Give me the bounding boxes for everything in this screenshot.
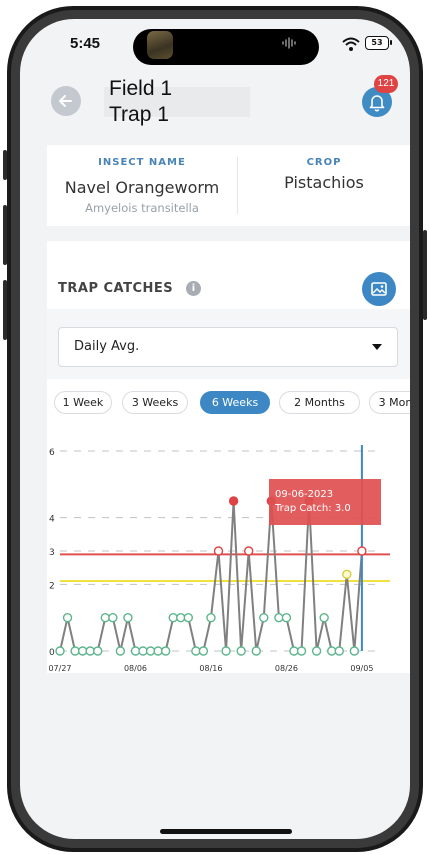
data-point	[138, 646, 148, 656]
arrow-left-icon	[59, 95, 72, 107]
power-button	[423, 230, 427, 320]
data-point	[213, 546, 224, 556]
range-tabs: 1 Week 3 Weeks 6 Weeks 2 Months 3 Months	[47, 379, 410, 423]
audio-wave-icon	[282, 37, 296, 49]
aggregation-value: Daily Avg.	[74, 339, 140, 354]
data-point	[108, 612, 118, 623]
data-point	[123, 612, 133, 623]
tooltip-value: Trap Catch: 3.0	[274, 503, 351, 514]
battery-level: 53	[371, 38, 383, 47]
data-point	[274, 612, 284, 623]
data-point	[289, 646, 299, 656]
data-point	[130, 646, 141, 656]
y-tick-label: 4	[49, 515, 55, 525]
data-point	[62, 612, 73, 623]
aggregation-section: Daily Avg.	[47, 309, 410, 379]
field-name: Field 1	[109, 77, 173, 100]
back-button[interactable]	[51, 86, 81, 116]
data-point	[115, 646, 126, 656]
data-point	[160, 646, 171, 656]
insect-name-label: INSECT NAME	[98, 157, 186, 168]
data-point	[296, 646, 307, 656]
data-point	[342, 569, 352, 580]
wifi-icon	[342, 37, 360, 51]
data-point	[85, 646, 95, 656]
image-icon	[371, 282, 387, 296]
data-point	[319, 612, 329, 623]
tooltip-date: 09-06-2023	[275, 489, 333, 500]
crop-label: CROP	[306, 157, 342, 168]
trap-catches-card: TRAP CATCHES i Daily Avg. 1 Week 3 Weeks…	[47, 241, 410, 673]
data-point	[183, 612, 194, 623]
page-title: Field 1 Trap 1	[109, 76, 172, 128]
home-indicator	[160, 829, 292, 834]
data-point	[334, 646, 344, 656]
data-point	[206, 612, 216, 623]
media-thumbnail	[147, 31, 173, 59]
y-tick-label: 0	[49, 648, 55, 658]
data-point	[259, 612, 269, 623]
data-point	[349, 646, 360, 656]
tab-2-months[interactable]: 2 Months	[279, 391, 360, 414]
x-tick-label: 08/06	[124, 664, 147, 673]
battery-icon: 53	[365, 36, 392, 50]
data-point	[311, 646, 322, 656]
trap-name: Trap 1	[109, 103, 169, 126]
aggregation-select[interactable]: Daily Avg.	[58, 327, 398, 367]
tab-1-week[interactable]: 1 Week	[54, 391, 112, 414]
trap-catches-title: TRAP CATCHES	[58, 281, 174, 296]
data-point	[221, 646, 231, 656]
x-tick-label: 08/16	[199, 664, 222, 673]
tab-3-weeks[interactable]: 3 Weeks	[122, 391, 188, 414]
trap-catch-chart: 0 2 3 4 6 07/27 08/06 08/16 08/26 09/05 09-06-2023…	[47, 423, 410, 673]
volume-down-button	[3, 280, 7, 340]
data-point	[228, 496, 239, 506]
volume-up-button	[3, 205, 7, 265]
data-point	[251, 646, 261, 656]
crop-name: Pistachios	[284, 173, 364, 192]
y-tick-label: 2	[49, 581, 55, 591]
notification-badge: 121	[374, 75, 398, 93]
data-point	[176, 612, 186, 623]
insect-name: Navel Orangeworm	[64, 178, 220, 197]
data-point	[198, 646, 209, 656]
data-point	[357, 546, 367, 556]
data-point	[236, 646, 246, 656]
mute-switch	[3, 150, 7, 180]
chevron-down-icon	[372, 344, 382, 350]
status-bar: 5:45 53	[20, 19, 410, 75]
data-point	[145, 646, 156, 656]
x-tick-label: 07/27	[48, 664, 71, 673]
x-tick-label: 09/05	[350, 664, 373, 673]
data-point	[281, 612, 292, 623]
y-tick-label: 6	[49, 448, 55, 458]
app-screen: 5:45 53 Field 1 Trap 1 121 INSECT NAME N…	[20, 19, 410, 839]
tab-3-months[interactable]: 3 Months	[369, 391, 410, 414]
insect-scientific-name: Amyelois transitella	[85, 201, 199, 215]
tab-6-weeks[interactable]: 6 Weeks	[200, 391, 270, 414]
info-icon[interactable]: i	[186, 281, 201, 296]
data-point	[243, 546, 254, 556]
data-point	[100, 612, 110, 623]
tooltip-box	[269, 479, 381, 525]
trap-catch-chart-svg: 0 2 3 4 6 07/27 08/06 08/16 08/26 09/05 09-06-2023…	[48, 445, 390, 673]
x-tick-label: 08/26	[275, 664, 298, 673]
data-point	[55, 646, 65, 656]
clock: 5:45	[70, 35, 101, 52]
data-point	[70, 646, 80, 656]
data-point	[153, 646, 163, 656]
data-point	[77, 646, 88, 656]
trap-info-card: INSECT NAME Navel Orangeworm Amyelois tr…	[47, 145, 410, 226]
image-button[interactable]	[362, 272, 396, 306]
y-tick-label: 3	[49, 548, 55, 558]
data-point	[191, 646, 201, 656]
data-point	[327, 646, 337, 656]
data-point	[168, 612, 178, 623]
data-point	[93, 646, 103, 656]
